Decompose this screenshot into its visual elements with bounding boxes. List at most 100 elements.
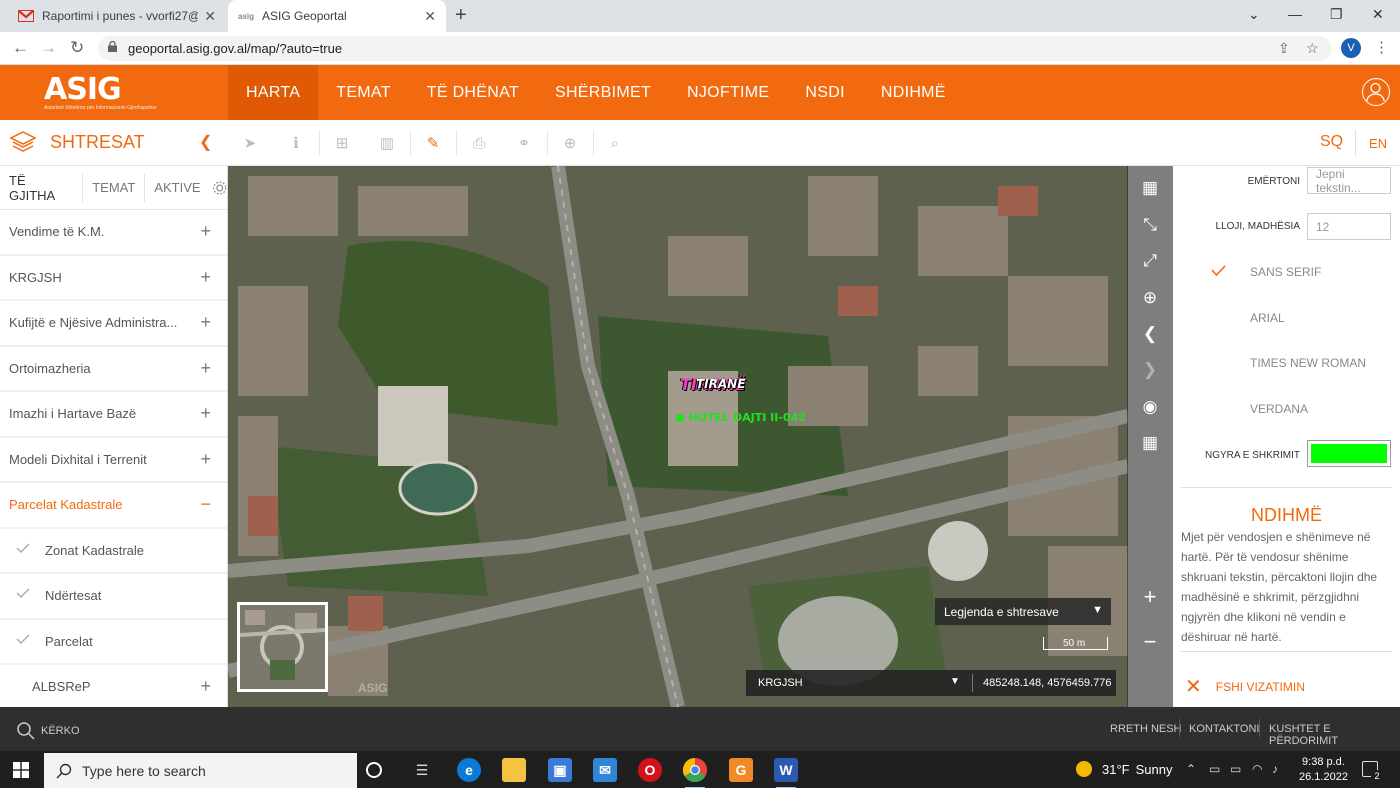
browser-menu-icon[interactable]: ⋮ [1374, 38, 1389, 56]
collapse-minus-icon[interactable]: − [200, 494, 211, 515]
asig-logo[interactable]: ASIG Autoriteti Shtetëror për Informacio… [44, 72, 157, 112]
font-option-verdana[interactable]: VERDANA [1250, 402, 1308, 416]
expand-icon[interactable]: ⤢ [1127, 243, 1173, 279]
zoom-in-icon[interactable]: + [1127, 579, 1173, 615]
layer-group-krgjsh[interactable]: KRGJSH + [0, 256, 227, 301]
check-icon[interactable] [16, 588, 30, 598]
layer-group-albsrep[interactable]: ALBSReP + [0, 665, 227, 707]
forward-icon[interactable]: → [40, 38, 57, 58]
bookmark-star-icon[interactable]: ☆ [1306, 40, 1319, 57]
share-icon[interactable]: ⇪ [1278, 40, 1290, 57]
add-layer-icon[interactable]: ⊞ [327, 128, 357, 158]
nav-sherbimet[interactable]: SHËRBIMET [537, 65, 669, 120]
check-icon[interactable] [16, 543, 30, 553]
layer-group-ortoimazheria[interactable]: Ortoimazheria + [0, 347, 227, 392]
tab-search-chevron-icon[interactable]: ⌄ [1248, 6, 1260, 23]
close-tab-icon[interactable]: ✕ [204, 8, 216, 25]
minimize-icon[interactable]: — [1288, 6, 1302, 22]
check-icon[interactable] [16, 634, 30, 644]
edge-icon[interactable]: e [457, 758, 481, 782]
layer-group-imazhi[interactable]: Imazhi i Hartave Bazë + [0, 392, 227, 438]
nav-harta[interactable]: HARTA [228, 65, 319, 120]
basemap-icon[interactable]: ▦ [1127, 170, 1173, 206]
app-g-icon[interactable]: G [729, 758, 753, 782]
expand-plus-icon[interactable]: + [200, 403, 211, 424]
opera-icon[interactable]: O [638, 758, 662, 782]
font-option-sans-serif[interactable]: SANS SERIF [1250, 265, 1321, 279]
expand-plus-icon[interactable]: + [200, 358, 211, 379]
taskbar-search[interactable]: Type here to search [44, 753, 357, 788]
expand-plus-icon[interactable]: + [200, 449, 211, 470]
browser-tab-geoportal[interactable]: asig ASIG Geoportal ✕ [228, 0, 446, 32]
tab-active[interactable]: AKTIVE [145, 174, 209, 202]
layer-group-vendime[interactable]: Vendime të K.M. + [0, 210, 227, 256]
close-window-icon[interactable]: ✕ [1372, 6, 1384, 23]
tab-all[interactable]: TË GJITHA [0, 173, 84, 203]
nav-temat[interactable]: TEMAT [318, 65, 409, 120]
chrome-icon[interactable] [683, 758, 707, 788]
legend-toggle[interactable]: Legjenda e shtresave ▼ [935, 598, 1111, 625]
notifications-icon[interactable]: 2 [1362, 761, 1383, 782]
volume-icon[interactable]: ♪ [1272, 762, 1278, 776]
edit-draw-icon[interactable]: ✎ [418, 128, 448, 158]
font-option-arial[interactable]: ARIAL [1250, 311, 1285, 325]
windows-start-icon[interactable] [13, 762, 29, 778]
nav-nsdi[interactable]: NSDI [787, 65, 862, 120]
weather-widget[interactable]: 31°F Sunny [1076, 761, 1172, 777]
new-tab-icon[interactable]: + [455, 4, 467, 27]
mail-icon[interactable]: ✉ [593, 758, 617, 782]
widgets-icon[interactable]: ☰ [410, 758, 434, 782]
layer-parcelat[interactable]: Parcelat [0, 620, 227, 665]
font-option-times[interactable]: TIMES NEW ROMAN [1250, 356, 1366, 370]
layer-group-parcelat-kadastrale[interactable]: Parcelat Kadastrale − [0, 483, 227, 529]
crs-select[interactable]: KRGJSH [758, 677, 803, 689]
font-size-input[interactable]: 12 [1307, 213, 1391, 240]
map-canvas[interactable]: TIRANË TIRANE ● HOTEL DAJTI II-042 ASIG L… [228, 166, 1128, 707]
select-tool-icon[interactable]: ➤ [235, 128, 265, 158]
back-icon[interactable]: ← [12, 38, 29, 58]
nav-te-dhenat[interactable]: TË DHËNAT [409, 65, 537, 120]
print-icon[interactable]: ⎙ [464, 128, 494, 158]
lang-en-button[interactable]: EN [1369, 136, 1387, 151]
chevron-down-icon[interactable]: ▼ [950, 676, 960, 687]
expand-plus-icon[interactable]: + [200, 221, 211, 242]
user-account-icon[interactable] [1362, 78, 1390, 106]
footer-link-about[interactable]: RRETH NESH [1110, 723, 1182, 735]
gear-icon[interactable] [212, 180, 227, 196]
expand-plus-icon[interactable]: + [200, 676, 211, 697]
profile-avatar[interactable]: V [1341, 38, 1361, 58]
zoom-box-icon[interactable]: ⊕ [1127, 280, 1173, 316]
fullscreen-icon[interactable]: ⤡ [1127, 207, 1173, 243]
add-circle-icon[interactable]: ⊕ [555, 128, 585, 158]
footer-search[interactable]: KËRKO [16, 721, 80, 740]
tab-themes[interactable]: TEMAT [83, 173, 146, 202]
previous-extent-icon[interactable]: ❮ [1127, 316, 1173, 352]
battery-icon[interactable]: ▭ [1230, 762, 1241, 776]
zoom-out-icon[interactable]: − [1127, 624, 1173, 660]
lang-sq-button[interactable]: SQ [1320, 133, 1343, 151]
task-view-icon[interactable] [366, 762, 382, 778]
wifi-icon[interactable]: ◠ [1252, 762, 1262, 776]
overview-minimap[interactable] [237, 602, 328, 692]
expand-plus-icon[interactable]: + [200, 312, 211, 333]
layer-group-kufijte[interactable]: Kufijtë e Njësive Administra... + [0, 301, 227, 347]
collapse-sidebar-icon[interactable]: ❮ [199, 132, 212, 152]
file-explorer-icon[interactable] [502, 758, 526, 782]
link-icon[interactable]: ⚭ [509, 128, 539, 158]
annotation-text-input[interactable]: Jepni tekstin... [1307, 167, 1391, 195]
tray-chevron-icon[interactable]: ⌃ [1186, 762, 1196, 776]
layer-ndertesat[interactable]: Ndërtesat [0, 574, 227, 620]
footer-link-contact[interactable]: KONTAKTONI [1189, 723, 1260, 735]
chart-icon[interactable]: ▥ [372, 128, 402, 158]
clock[interactable]: 9:38 p.d. 26.1.2022 [1299, 755, 1348, 785]
meet-icon[interactable]: ▭ [1209, 762, 1220, 776]
layer-zonat-kadastrale[interactable]: Zonat Kadastrale [0, 529, 227, 574]
layer-group-modeli-dixhital[interactable]: Modeli Dixhital i Terrenit + [0, 438, 227, 483]
globe-icon[interactable]: ◉ [1127, 389, 1173, 425]
info-icon[interactable]: ℹ [281, 128, 311, 158]
grid-icon[interactable]: ▦ [1127, 425, 1173, 461]
browser-tab-gmail[interactable]: Raportimi i punes - vvorfi27@gm ✕ [8, 0, 226, 32]
next-extent-icon[interactable]: ❯ [1127, 352, 1173, 388]
store-icon[interactable]: ▣ [548, 758, 572, 782]
search-icon[interactable]: ⌕ [600, 128, 630, 158]
